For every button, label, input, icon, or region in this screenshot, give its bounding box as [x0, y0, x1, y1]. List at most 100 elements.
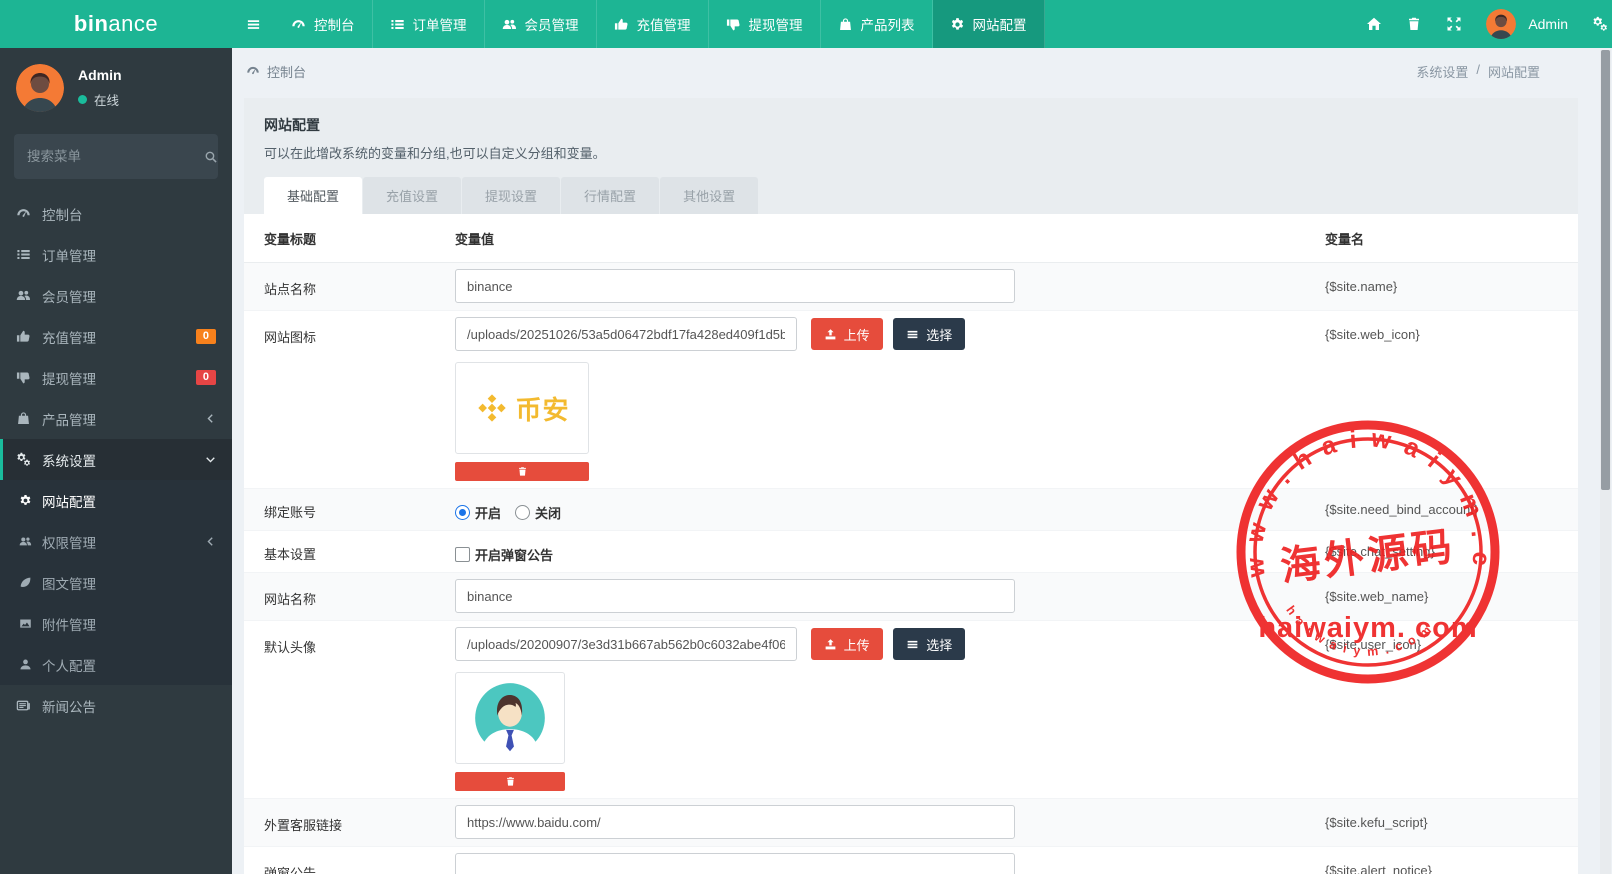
- top-navbar: binance 控制台 订单管理 会员管理 充值管理 提现管理 产品列表 网站配…: [0, 0, 1612, 48]
- list-icon: [906, 638, 919, 651]
- sidebar-item-products[interactable]: 产品管理: [0, 398, 232, 439]
- site-name-input[interactable]: [455, 269, 1015, 303]
- tab-recharge-settings[interactable]: 充值设置: [363, 177, 461, 214]
- radio-unchecked-icon[interactable]: [515, 505, 530, 520]
- web-icon-path-input[interactable]: [455, 317, 797, 351]
- chevron-left-icon: [205, 536, 216, 547]
- breadcrumb-trail: 系统设置 / 网站配置: [1416, 62, 1598, 81]
- delete-web-icon-button[interactable]: [455, 462, 589, 481]
- tab-other-settings[interactable]: 其他设置: [660, 177, 758, 214]
- sidebar-item-attachments[interactable]: 附件管理: [0, 603, 232, 644]
- topnav-item-members[interactable]: 会员管理: [485, 0, 597, 48]
- row-label: 站点名称: [244, 269, 455, 298]
- system-settings-submenu: 网站配置 权限管理 图文管理 附件管理 个人配置: [0, 480, 232, 685]
- config-tabs: 基础配置 充值设置 提现设置 行情配置 其他设置: [264, 177, 1558, 214]
- bag-icon: [16, 411, 31, 426]
- sidebar-toggle-button[interactable]: [232, 0, 274, 48]
- dashboard-icon: [291, 17, 306, 32]
- topnav-item-dashboard[interactable]: 控制台: [274, 0, 373, 48]
- admin-username[interactable]: Admin: [1528, 16, 1568, 32]
- hamburger-icon: [246, 17, 261, 32]
- upload-button-label: 上传: [844, 635, 870, 654]
- sidebar-item-recharge[interactable]: 充值管理 0: [0, 316, 232, 357]
- home-icon[interactable]: [1366, 16, 1382, 32]
- list-icon: [390, 17, 405, 32]
- sidebar-item-personal-config[interactable]: 个人配置: [0, 644, 232, 685]
- recharge-count-badge: 0: [196, 329, 216, 344]
- radio-option-on[interactable]: 开启: [455, 503, 501, 522]
- leaf-icon: [19, 576, 32, 589]
- avatar[interactable]: [16, 64, 64, 112]
- sidebar-item-articles[interactable]: 图文管理: [0, 562, 232, 603]
- row-var-name: {$site.user_icon}: [1325, 627, 1578, 652]
- chevron-down-icon: [205, 454, 216, 465]
- table-row: 网站名称 {$site.web_name}: [244, 573, 1578, 621]
- tab-market-settings[interactable]: 行情配置: [561, 177, 659, 214]
- sidebar-item-label: 权限管理: [42, 532, 96, 552]
- delete-default-avatar-button[interactable]: [455, 772, 565, 791]
- choose-button[interactable]: 选择: [893, 628, 965, 660]
- sidebar-item-withdraw[interactable]: 提现管理0: [0, 357, 232, 398]
- popup-notice-input[interactable]: [455, 853, 1015, 874]
- column-header-value: 变量值: [455, 229, 1325, 248]
- topnav-item-withdraw[interactable]: 提现管理: [709, 0, 821, 48]
- choose-button[interactable]: 选择: [893, 318, 965, 350]
- sidebar-item-label: 订单管理: [42, 245, 96, 265]
- gear-icon: [19, 494, 32, 507]
- web-icon-preview: 币安: [455, 362, 589, 454]
- thumbs-up-icon: [614, 17, 629, 32]
- customer-service-link-input[interactable]: [455, 805, 1015, 839]
- search-icon[interactable]: [204, 150, 218, 164]
- row-label: 弹窗公告: [244, 853, 455, 874]
- topnav-item-orders[interactable]: 订单管理: [373, 0, 485, 48]
- vertical-scrollbar[interactable]: [1600, 50, 1611, 874]
- thumbs-down-icon: [726, 17, 741, 32]
- breadcrumb-page: 网站配置: [1488, 62, 1540, 81]
- web-name-input[interactable]: [455, 579, 1015, 613]
- panel-header: 网站配置 可以在此增改系统的变量和分组,也可以自定义分组和变量。 基础配置 充值…: [244, 98, 1578, 214]
- tab-basic-config[interactable]: 基础配置: [264, 177, 362, 214]
- avatar[interactable]: [1486, 9, 1516, 39]
- popup-notice-checkbox-option[interactable]: 开启弹窗公告: [455, 545, 553, 564]
- choose-button-label: 选择: [926, 325, 952, 344]
- admin-avatar-image: [1486, 9, 1516, 39]
- default-avatar-path-input[interactable]: [455, 627, 797, 661]
- gears-icon[interactable]: [1592, 16, 1608, 32]
- search-input[interactable]: [27, 149, 204, 164]
- topnav-label: 订单管理: [413, 14, 467, 34]
- sidebar-item-permissions[interactable]: 权限管理: [0, 521, 232, 562]
- tab-withdraw-settings[interactable]: 提现设置: [462, 177, 560, 214]
- checkbox-unchecked-icon[interactable]: [455, 547, 470, 562]
- profile-name: Admin: [78, 67, 122, 83]
- trash-icon[interactable]: [1406, 16, 1422, 32]
- sidebar-profile: Admin 在线: [0, 48, 232, 126]
- sidebar-item-label: 充值管理: [42, 327, 96, 347]
- brand-logo[interactable]: binance: [0, 0, 232, 48]
- topnav-item-products[interactable]: 产品列表: [821, 0, 933, 48]
- row-var-name: {$site.web_icon}: [1325, 317, 1578, 342]
- topnav-item-recharge[interactable]: 充值管理: [597, 0, 709, 48]
- choose-button-label: 选择: [926, 635, 952, 654]
- binance-logo-text: 币安: [515, 390, 569, 427]
- radio-option-off[interactable]: 关闭: [515, 503, 561, 522]
- upload-button[interactable]: 上传: [811, 628, 883, 660]
- scrollbar-thumb[interactable]: [1601, 50, 1610, 490]
- sidebar-item-members[interactable]: 会员管理: [0, 275, 232, 316]
- sidebar-item-dashboard[interactable]: 控制台: [0, 193, 232, 234]
- fullscreen-icon[interactable]: [1446, 16, 1462, 32]
- row-var-name: {$site.name}: [1325, 269, 1578, 294]
- sidebar-item-news[interactable]: 新闻公告: [0, 685, 232, 726]
- sidebar-item-system-settings[interactable]: 系统设置: [0, 439, 232, 480]
- sidebar-item-site-config[interactable]: 网站配置: [0, 480, 232, 521]
- upload-button[interactable]: 上传: [811, 318, 883, 350]
- sidebar-item-orders[interactable]: 订单管理: [0, 234, 232, 275]
- topnav-label: 控制台: [314, 14, 355, 34]
- topnav-label: 会员管理: [525, 14, 579, 34]
- topnav-item-site-config[interactable]: 网站配置: [933, 0, 1045, 48]
- withdraw-count-badge: 0: [196, 370, 216, 385]
- breadcrumb-parent[interactable]: 系统设置: [1416, 62, 1468, 81]
- breadcrumb-dashboard-link[interactable]: 控制台: [246, 62, 306, 81]
- radio-checked-icon[interactable]: [455, 505, 470, 520]
- main-content: 控制台 系统设置 / 网站配置 网站配置 可以在此增改系统的变量和分组,也可以自…: [232, 48, 1612, 874]
- image-icon: [19, 617, 32, 630]
